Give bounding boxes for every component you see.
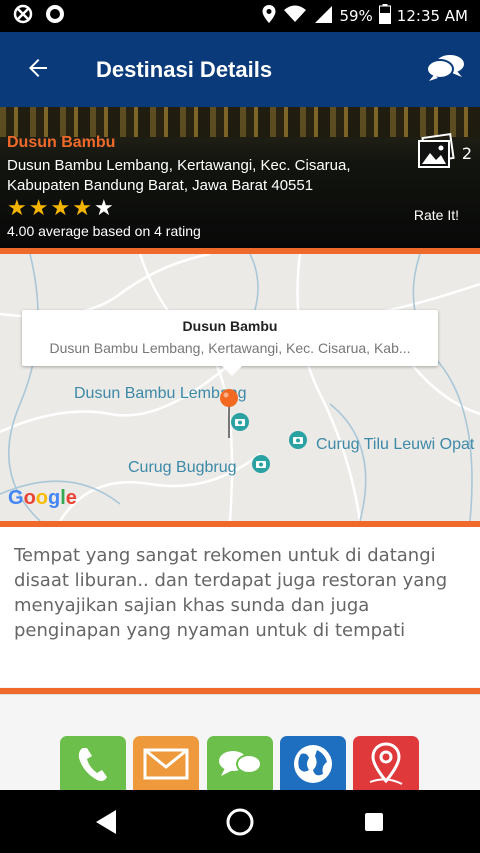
star-icon: ★	[7, 196, 27, 221]
battery-text: 59%	[339, 7, 373, 25]
system-nav-bar	[0, 790, 480, 853]
star-icon: ★	[93, 196, 114, 221]
place-address: Dusun Bambu Lembang, Kertawangi, Kec. Ci…	[7, 156, 387, 196]
location-icon	[261, 4, 277, 28]
call-button[interactable]	[60, 736, 126, 796]
rate-it-button[interactable]: Rate It!	[414, 207, 459, 223]
page-title: Destinasi Details	[96, 56, 273, 82]
map-label: Curug Bugbrug	[128, 459, 237, 476]
nav-recents-icon[interactable]	[364, 812, 384, 836]
star-icon: ★	[28, 196, 49, 221]
message-button[interactable]	[207, 736, 273, 796]
info-window-pointer	[222, 366, 242, 376]
map-pin-icon	[366, 742, 406, 790]
photo-gallery-button[interactable]: 2	[416, 133, 472, 173]
wifi-icon	[283, 4, 307, 28]
description-text: Tempat yang sangat rekomen untuk di data…	[0, 527, 480, 687]
info-window-title: Dusun Bambu	[182, 318, 278, 334]
photo-count: 2	[461, 143, 472, 163]
rating-summary: 4.00 average based on 4 rating	[7, 223, 201, 239]
mail-icon	[142, 746, 190, 786]
rating-stars: ★ ★ ★ ★ ★	[7, 198, 114, 220]
poi-icon[interactable]	[251, 454, 271, 478]
status-bar: 59% 12:35 AM	[0, 0, 480, 32]
chat-button[interactable]	[426, 52, 466, 86]
map-label: Curug Tilu Leuwi Opat	[316, 436, 475, 453]
app-bar: Destinasi Details	[0, 32, 480, 107]
email-button[interactable]	[133, 736, 199, 796]
back-arrow-icon	[26, 56, 50, 84]
globe-icon	[291, 742, 335, 790]
address-line-2: Kabupaten Bandung Barat, Jawa Barat 4055…	[7, 177, 314, 194]
status-time: 12:35 AM	[396, 7, 468, 25]
chat-bubbles-icon	[426, 55, 466, 90]
map-info-window[interactable]: Dusun Bambu Dusun Bambu Lembang, Kertawa…	[22, 310, 438, 376]
star-icon: ★	[72, 196, 92, 221]
record-icon	[44, 3, 66, 29]
info-window-subtitle: Dusun Bambu Lembang, Kertawangi, Kec. Ci…	[49, 340, 411, 356]
place-name: Dusun Bambu	[7, 134, 116, 151]
battery-icon	[378, 4, 391, 28]
action-bar	[0, 694, 480, 796]
phone-icon	[75, 744, 111, 788]
background-photo	[0, 107, 480, 137]
star-icon: ★	[50, 196, 71, 221]
address-line-1: Dusun Bambu Lembang, Kertawangi, Kec. Ci…	[7, 157, 351, 174]
place-header: Dusun Bambu Dusun Bambu Lembang, Kertawa…	[0, 107, 480, 248]
google-logo: Google	[8, 487, 77, 509]
directions-button[interactable]	[353, 736, 419, 796]
back-button[interactable]	[0, 32, 76, 107]
website-button[interactable]	[280, 736, 346, 796]
image-gallery-icon	[416, 133, 456, 173]
blocked-icon	[12, 3, 34, 29]
map-view[interactable]: Dusun Bambu Lembang Curug Tilu Leuwi Opa…	[0, 254, 480, 521]
signal-icon	[313, 4, 333, 28]
map-marker-icon[interactable]	[219, 388, 239, 446]
chat-icon	[216, 746, 264, 786]
nav-back-icon[interactable]	[94, 809, 118, 839]
poi-icon[interactable]	[288, 430, 308, 454]
nav-home-icon[interactable]	[225, 807, 255, 841]
